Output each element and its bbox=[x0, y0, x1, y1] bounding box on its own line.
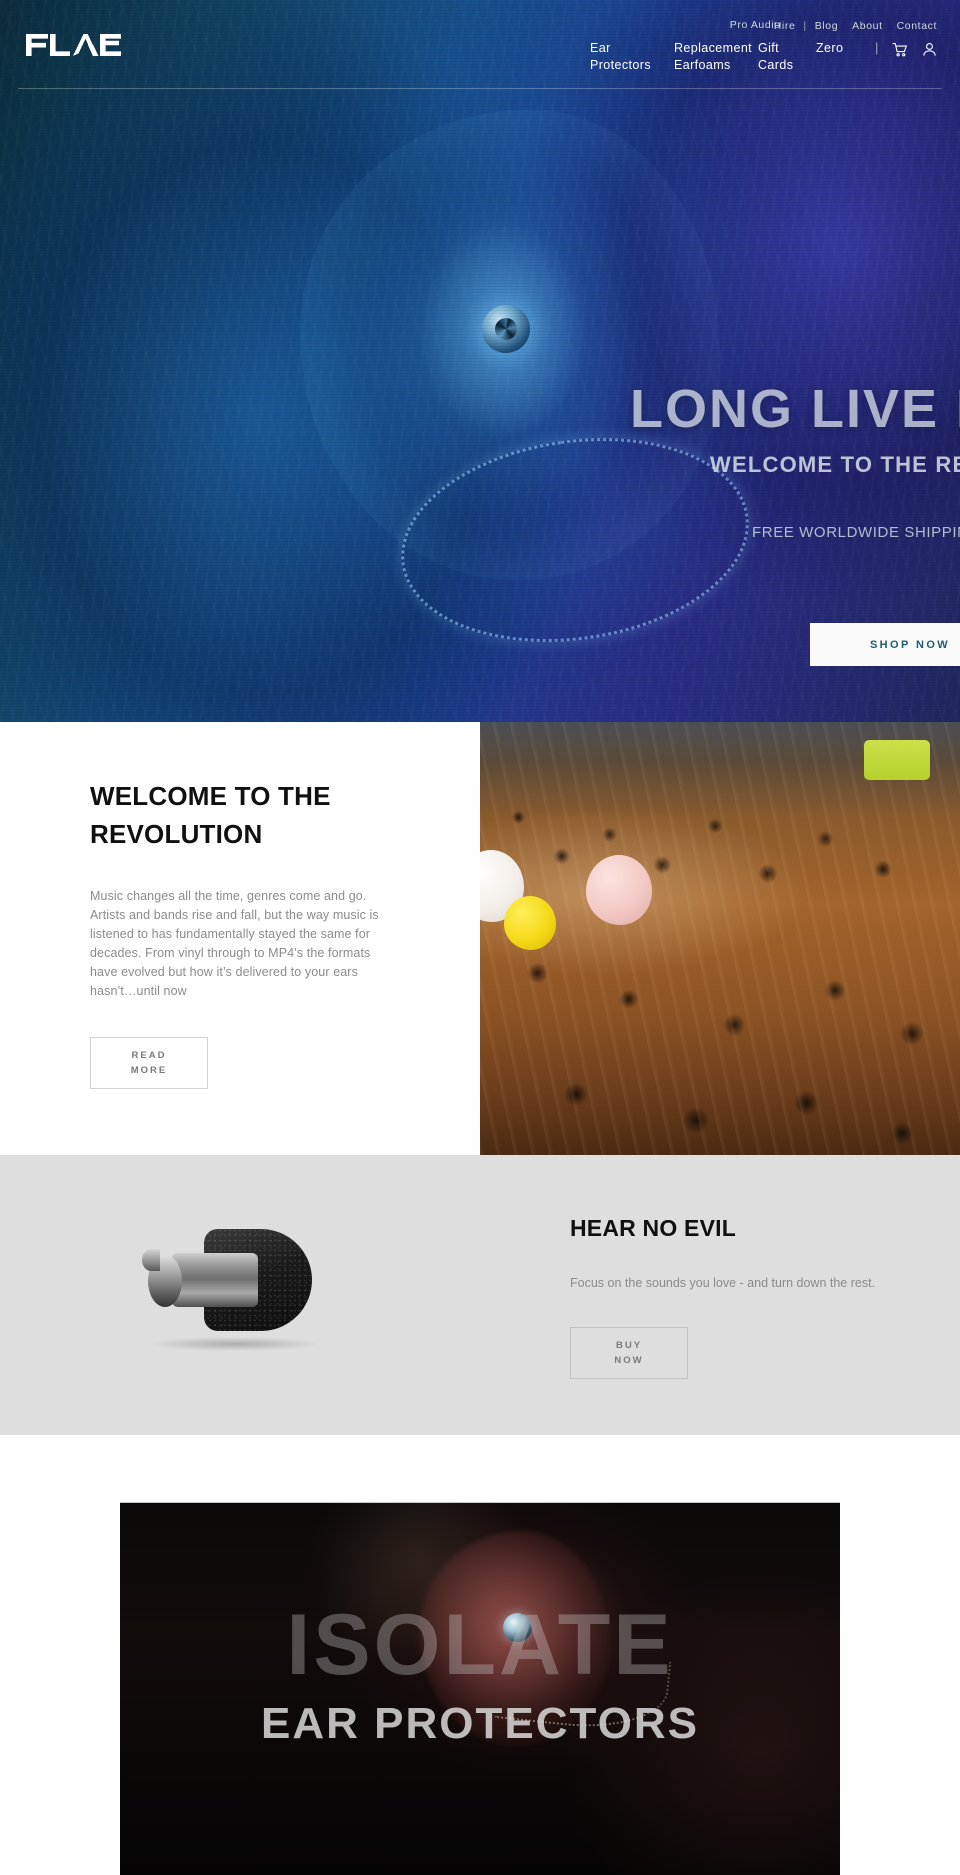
isolate-subtitle: EAR PROTECTORS bbox=[261, 1699, 699, 1748]
hear-no-evil-copy: HEAR NO EVIL Focus on the sounds you lov… bbox=[570, 1215, 900, 1379]
pink-balloon bbox=[586, 855, 652, 925]
utility-link-about[interactable]: About bbox=[845, 20, 889, 32]
buy-now-button[interactable]: BUY NOW bbox=[570, 1327, 688, 1379]
crowd-image-backdrop bbox=[480, 722, 960, 1155]
utility-nav: Pro Audio Hire | Blog About Contact bbox=[723, 19, 944, 32]
hero-headline: LONG LIVE MUSIC bbox=[630, 379, 960, 439]
product-shadow bbox=[150, 1337, 320, 1351]
account-icon[interactable] bbox=[914, 40, 944, 58]
welcome-section: WELCOME TO THE REVOLUTION Music changes … bbox=[0, 722, 960, 1155]
cart-icon[interactable] bbox=[884, 40, 914, 58]
welcome-body: Music changes all the time, genres come … bbox=[90, 889, 379, 998]
nav-item-ear-protectors[interactable]: Ear Protectors bbox=[586, 40, 670, 74]
nav-separator: | bbox=[875, 41, 879, 55]
hero-copy: LONG LIVE MUSIC WELCOME TO THE REVOLUTIO… bbox=[0, 0, 960, 722]
yellow-balloon bbox=[504, 896, 556, 950]
hear-no-evil-section: HEAR NO EVIL Focus on the sounds you lov… bbox=[0, 1155, 960, 1435]
hear-no-evil-title: HEAR NO EVIL bbox=[570, 1215, 736, 1241]
header-divider bbox=[18, 88, 942, 89]
hero-shipping-note: FREE WORLDWIDE SHIPPING bbox=[752, 524, 960, 541]
read-more-label-line1: READ bbox=[131, 1050, 167, 1061]
site-header: Pro Audio Hire | Blog About Contact Ear … bbox=[0, 0, 960, 90]
utility-link-pro-audio[interactable]: Pro Audio bbox=[723, 19, 780, 32]
hero-subheadline: WELCOME TO THE REVOLUTION bbox=[710, 452, 960, 477]
buy-now-label-line2: NOW bbox=[614, 1355, 644, 1366]
nav-item-zero[interactable]: Zero bbox=[812, 40, 870, 57]
utility-link-blog[interactable]: Blog bbox=[808, 20, 845, 32]
nav-item-replacement-earfoams[interactable]: Replacement Earfoams bbox=[670, 40, 754, 74]
read-more-button[interactable]: READ MORE bbox=[90, 1037, 208, 1089]
steward-hivis-vest bbox=[864, 740, 930, 780]
read-more-label-line2: MORE bbox=[130, 1065, 168, 1076]
utility-link-hire[interactable]: Hire bbox=[767, 20, 803, 32]
isolate-overlay-text: ISOLATE EAR PROTECTORS bbox=[120, 1503, 840, 1875]
isolate-title: ISOLATE bbox=[286, 1597, 674, 1693]
buy-now-label-line1: BUY bbox=[615, 1340, 643, 1351]
isolate-video-section[interactable]: ISOLATE EAR PROTECTORS bbox=[120, 1502, 840, 1875]
shop-now-button[interactable]: SHOP NOW bbox=[810, 623, 960, 666]
flare-logo[interactable] bbox=[26, 32, 122, 58]
welcome-copy: WELCOME TO THE REVOLUTION Music changes … bbox=[90, 777, 390, 1089]
crowd-image bbox=[480, 722, 960, 1155]
hero-section: Pro Audio Hire | Blog About Contact Ear … bbox=[0, 0, 960, 722]
ear-protector-product-image bbox=[120, 1215, 330, 1351]
nav-item-gift-cards[interactable]: Gift Cards bbox=[754, 40, 812, 74]
main-nav: Ear Protectors Replacement Earfoams Gift… bbox=[586, 40, 944, 74]
utility-link-contact[interactable]: Contact bbox=[890, 20, 944, 32]
product-metal-body bbox=[172, 1253, 258, 1307]
hear-no-evil-body: Focus on the sounds you love - and turn … bbox=[570, 1276, 876, 1290]
welcome-title: WELCOME TO THE REVOLUTION bbox=[90, 781, 331, 849]
product-pull-tab bbox=[142, 1249, 160, 1271]
